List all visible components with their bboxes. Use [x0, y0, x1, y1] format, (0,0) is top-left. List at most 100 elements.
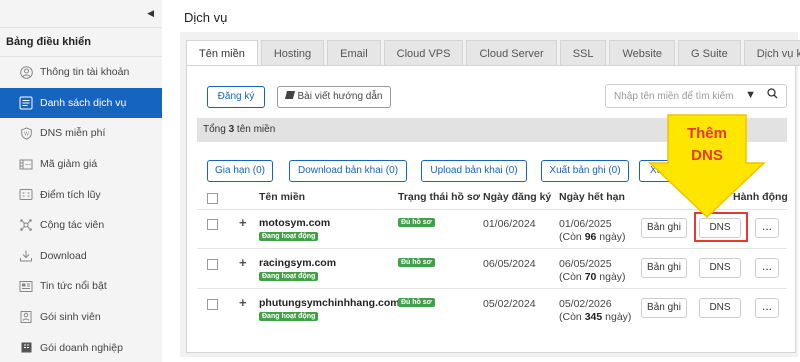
page-title: Dịch vụ	[184, 10, 228, 25]
remaining-suffix: ngày)	[596, 231, 626, 243]
tab-other-services[interactable]: Dịch vụ khác	[743, 40, 800, 66]
list-icon	[19, 96, 33, 110]
sidebar-item-account[interactable]: Thông tin tài khoản	[0, 57, 162, 88]
sidebar-item-label: Thông tin tài khoản	[40, 66, 130, 79]
sidebar-collapse-bar[interactable]: ◀	[0, 0, 162, 28]
select-all-checkbox[interactable]	[207, 193, 218, 204]
remaining-suffix: ngày)	[596, 271, 626, 283]
sidebar: ◀ Bảng điều khiển Thông tin tài khoản Da…	[0, 0, 162, 362]
user-icon	[19, 65, 33, 79]
sidebar-item-points[interactable]: Điểm tích lũy	[0, 179, 162, 210]
status-badge: Đang hoạt động	[259, 232, 319, 241]
expand-icon[interactable]: +	[239, 255, 247, 270]
domain-name[interactable]: phutungsymchinhhang.com	[259, 297, 400, 309]
renew-button[interactable]: Gia hạn (0)	[207, 160, 273, 182]
expand-icon[interactable]: +	[239, 215, 247, 230]
registered-date: 01/06/2024	[483, 218, 536, 230]
tab-domain[interactable]: Tên miền	[186, 40, 258, 66]
doc-status-badge: Đủ hồ sơ	[398, 218, 435, 227]
sidebar-item-business[interactable]: Gói doanh nghiệp	[0, 332, 162, 362]
tab-website[interactable]: Website	[609, 40, 676, 66]
remaining-suffix: ngày)	[602, 311, 632, 323]
remaining-days: 96	[584, 231, 597, 243]
annotation-line2: DNS	[691, 147, 723, 164]
expand-icon[interactable]: +	[239, 295, 247, 310]
tab-cloud-vps[interactable]: Cloud VPS	[383, 40, 464, 66]
tab-email[interactable]: Email	[327, 40, 381, 66]
expiry-date: 01/06/2025 (Còn 96 ngày)	[559, 218, 626, 244]
download-icon	[19, 249, 33, 263]
dns-button[interactable]: DNS	[699, 258, 741, 278]
row-checkbox[interactable]	[207, 299, 218, 310]
guide-button[interactable]: Bài viết hướng dẫn	[277, 86, 391, 108]
add-dns-annotation: Thêm DNS	[648, 113, 766, 219]
student-icon	[19, 310, 33, 324]
col-registered: Ngày đăng ký	[483, 191, 552, 203]
export-records-button[interactable]: Xuất bản ghi (0)	[541, 160, 629, 182]
news-icon	[19, 279, 33, 293]
sidebar-item-free-dns[interactable]: W DNS miễn phí	[0, 118, 162, 149]
divider	[197, 288, 787, 289]
sidebar-header: Bảng điều khiển	[0, 28, 162, 57]
chevron-left-icon[interactable]: ◀	[147, 8, 154, 19]
sidebar-item-label: Danh sách dịch vụ	[40, 96, 127, 109]
status-badge: Đang hoạt động	[259, 272, 319, 281]
expiry-date: 06/05/2025 (Còn 70 ngày)	[559, 258, 626, 284]
remaining-days: 345	[584, 311, 603, 323]
sidebar-item-label: Mã giảm giá	[40, 158, 98, 171]
sidebar-item-services[interactable]: Danh sách dịch vụ	[0, 87, 162, 119]
sidebar-item-label: Gói sinh viên	[40, 311, 101, 324]
business-icon	[19, 341, 33, 355]
more-button[interactable]: ...	[755, 298, 779, 318]
domain-name[interactable]: racingsym.com	[259, 257, 336, 269]
tab-g-suite[interactable]: G Suite	[678, 40, 741, 66]
tab-hosting[interactable]: Hosting	[260, 40, 325, 66]
registered-date: 05/02/2024	[483, 298, 536, 310]
remaining-days: 70	[584, 271, 597, 283]
records-button[interactable]: Bản ghi	[641, 218, 687, 238]
shield-icon: W	[19, 126, 33, 140]
download-declaration-button[interactable]: Download bản khai (0)	[289, 160, 407, 182]
expiry-date: 05/02/2026 (Còn 345 ngày)	[559, 298, 631, 324]
more-button[interactable]: ...	[755, 218, 779, 238]
sidebar-item-download[interactable]: Download	[0, 241, 162, 272]
expiry-value: 05/02/2026	[559, 298, 612, 310]
sidebar-item-news[interactable]: Tin tức nổi bật	[0, 271, 162, 302]
sidebar-item-coupons[interactable]: Mã giảm giá	[0, 149, 162, 180]
tab-ssl[interactable]: SSL	[559, 40, 607, 66]
book-icon	[284, 91, 295, 99]
annotation-line1: Thêm	[686, 125, 727, 142]
dns-button[interactable]: DNS	[699, 218, 741, 238]
sidebar-item-affiliate[interactable]: Cộng tác viên	[0, 210, 162, 241]
expiry-value: 01/06/2025	[559, 218, 612, 230]
tab-cloud-server[interactable]: Cloud Server	[466, 40, 557, 66]
records-button[interactable]: Bản ghi	[641, 258, 687, 278]
col-doc-status: Trạng thái hồ sơ	[398, 191, 481, 203]
expiry-value: 06/05/2025	[559, 258, 612, 270]
network-icon	[19, 218, 33, 232]
sidebar-item-student[interactable]: Gói sinh viên	[0, 302, 162, 333]
filter-icon[interactable]: ▼	[745, 89, 756, 101]
doc-status-badge: Đủ hồ sơ	[398, 258, 435, 267]
col-expires: Ngày hết hạn	[559, 191, 625, 203]
main-area: Dịch vụ Tên miền Hosting Email Cloud VPS…	[172, 0, 800, 362]
search-input[interactable]: Nhập tên miền để tìm kiếm ▼	[605, 84, 787, 108]
row-checkbox[interactable]	[207, 219, 218, 230]
points-icon	[19, 188, 33, 202]
doc-status-badge: Đủ hồ sơ	[398, 298, 435, 307]
row-checkbox[interactable]	[207, 259, 218, 270]
more-button[interactable]: ...	[755, 258, 779, 278]
sidebar-item-label: Tin tức nổi bật	[40, 280, 107, 293]
guide-label: Bài viết hướng dẫn	[297, 91, 383, 102]
dns-button[interactable]: DNS	[699, 298, 741, 318]
domain-name[interactable]: motosym.com	[259, 217, 330, 229]
search-icon[interactable]	[767, 88, 778, 102]
coupon-icon	[19, 157, 33, 171]
status-badge: Đang hoạt động	[259, 312, 319, 321]
upload-declaration-button[interactable]: Upload bản khai (0)	[421, 160, 527, 182]
records-button[interactable]: Bản ghi	[641, 298, 687, 318]
register-button[interactable]: Đăng ký	[207, 86, 265, 108]
sidebar-item-label: Cộng tác viên	[40, 219, 105, 232]
summary-suffix: tên miền	[234, 124, 276, 135]
remaining-prefix: (Còn	[559, 311, 585, 323]
